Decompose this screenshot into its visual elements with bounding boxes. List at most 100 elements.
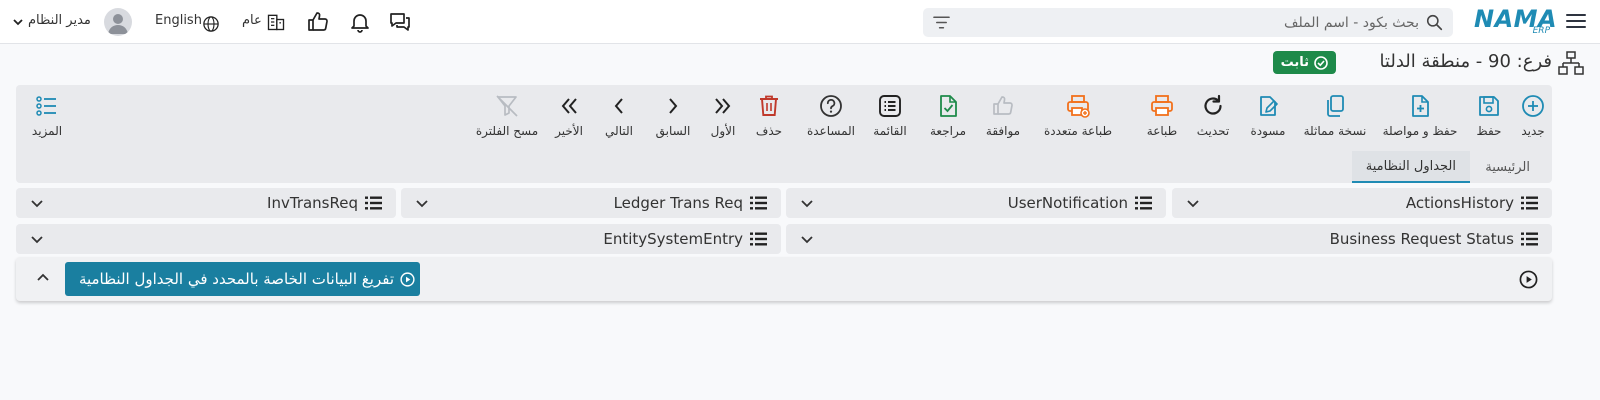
list-icon — [1521, 232, 1538, 246]
tab-system-tables[interactable]: الجداول النظامية — [1351, 151, 1470, 183]
list-icon — [750, 232, 767, 246]
chevron-down-icon — [31, 236, 43, 244]
chevron-left-icon — [614, 98, 623, 114]
user-name: مدير النظام — [28, 13, 91, 28]
previous-button[interactable]: السابق — [656, 91, 690, 147]
filter-icon[interactable] — [933, 15, 950, 30]
save-button[interactable]: حفظ — [1472, 91, 1506, 147]
chevron-down-icon — [801, 200, 813, 208]
list-button[interactable]: القائمة — [870, 91, 910, 147]
draft-button[interactable]: مسودة — [1248, 91, 1288, 147]
review-label: مراجعة — [929, 124, 967, 138]
panel-actions-history[interactable]: ActionsHistory — [1172, 188, 1552, 218]
search-input[interactable] — [979, 12, 1419, 33]
first-button[interactable]: الأول — [708, 91, 738, 147]
refresh-label: تحديث — [1196, 124, 1230, 138]
panel-user-notification[interactable]: UserNotification — [786, 188, 1166, 218]
printer-icon — [1151, 95, 1173, 116]
branch-icon — [1558, 51, 1584, 75]
copy-icon — [1327, 95, 1344, 117]
save-continue-label: حفظ و مواصلة — [1382, 124, 1458, 138]
new-button-label: جديد — [1521, 124, 1545, 138]
page-header: فرع: 90 - منطقة الدلتا ثابت — [1184, 48, 1584, 78]
chevron-down-icon — [13, 19, 23, 26]
refresh-button[interactable]: تحديث — [1196, 91, 1230, 147]
panel-inv-trans-req[interactable]: InvTransReq — [16, 188, 396, 218]
logo[interactable]: NAMA ERP — [1474, 5, 1557, 37]
panel-business-request-status[interactable]: Business Request Status — [786, 224, 1552, 254]
print-label: طباعة — [1146, 124, 1178, 138]
menu-icon[interactable] — [1566, 10, 1586, 32]
edit-icon — [1260, 96, 1278, 116]
chat-icon[interactable] — [388, 10, 412, 34]
panel-title: UserNotification — [1007, 194, 1128, 212]
public-label[interactable]: عام — [242, 13, 262, 28]
plus-circle-icon — [1522, 95, 1544, 117]
clear-filter-label: مسح الفلترة — [475, 124, 539, 138]
list-icon — [1135, 196, 1152, 210]
panel-title: ActionsHistory — [1405, 194, 1514, 212]
chevron-up-icon[interactable] — [36, 271, 50, 285]
last-button[interactable]: الأخير — [554, 91, 584, 147]
file-plus-icon — [1412, 95, 1429, 117]
search-icon[interactable] — [1426, 14, 1443, 31]
new-button[interactable]: جديد — [1518, 91, 1548, 147]
list-icon — [750, 196, 767, 210]
thumbs-up-icon[interactable] — [306, 10, 330, 34]
tab-bar: الرئيسية الجداول النظامية — [16, 151, 1552, 183]
check-circle-icon — [1314, 55, 1328, 70]
chevron-down-icon — [1187, 200, 1199, 208]
clear-system-tables-label: تفريغ البيانات الخاصة بالمحدد في الجداول… — [78, 270, 394, 288]
panel-title: Business Request Status — [1329, 230, 1514, 248]
panel-ledger-trans-req[interactable]: Ledger Trans Req — [401, 188, 781, 218]
print-button[interactable]: طباعة — [1142, 91, 1182, 147]
list-more-icon — [36, 96, 56, 116]
filter-clear-icon — [496, 95, 518, 117]
language-switch[interactable]: English — [155, 13, 202, 28]
save-continue-button[interactable]: حفظ و مواصلة — [1380, 91, 1460, 147]
globe-icon[interactable] — [202, 12, 220, 36]
previous-label: السابق — [655, 124, 691, 138]
next-label: التالي — [605, 124, 633, 138]
search-bar — [923, 8, 1453, 37]
multi-printer-icon — [1067, 95, 1090, 118]
refresh-icon — [1204, 94, 1222, 115]
more-button[interactable]: المزيد — [30, 91, 64, 147]
panel-title: InvTransReq — [267, 194, 358, 212]
chevron-down-icon — [416, 200, 428, 208]
building-icon[interactable] — [266, 10, 286, 34]
thumbs-up-icon — [993, 96, 1013, 115]
last-label: الأخير — [555, 124, 583, 138]
next-button[interactable]: التالي — [604, 91, 634, 147]
play-circle-icon[interactable] — [1519, 270, 1538, 289]
status-badge: ثابت — [1272, 51, 1336, 74]
action-panel: تفريغ البيانات الخاصة بالمحدد في الجداول… — [16, 257, 1552, 301]
duplicate-button[interactable]: نسخة مماثلة — [1302, 91, 1368, 147]
panel-title: Ledger Trans Req — [613, 194, 743, 212]
draft-label: مسودة — [1250, 124, 1286, 138]
panel-title: EntitySystemEntry — [603, 230, 743, 248]
double-chevron-left-icon — [561, 98, 577, 114]
delete-label: حذف — [755, 124, 783, 138]
list-icon — [879, 95, 901, 117]
multi-print-button[interactable]: طباعة متعددة — [1042, 91, 1114, 147]
approve-button[interactable]: موافقة — [982, 91, 1024, 147]
double-chevron-right-icon — [715, 98, 731, 114]
duplicate-label: نسخة مماثلة — [1303, 124, 1367, 138]
review-button[interactable]: مراجعة — [928, 91, 968, 147]
tab-main[interactable]: الرئيسية — [1471, 151, 1544, 183]
clear-filter-button[interactable]: مسح الفلترة — [476, 91, 538, 147]
panel-entity-system-entry[interactable]: EntitySystemEntry — [16, 224, 781, 254]
logo-subtext: ERP — [1532, 26, 1550, 36]
first-label: الأول — [710, 124, 736, 138]
help-button[interactable]: المساعدة — [806, 91, 856, 147]
clear-system-tables-button[interactable]: تفريغ البيانات الخاصة بالمحدد في الجداول… — [65, 262, 420, 296]
delete-button[interactable]: حذف — [754, 91, 784, 147]
chevron-down-icon — [31, 200, 43, 208]
avatar-icon — [108, 14, 128, 34]
bell-icon[interactable] — [348, 10, 372, 34]
status-badge-label: ثابت — [1280, 55, 1309, 70]
chevron-right-icon — [669, 98, 678, 114]
trash-icon — [760, 95, 778, 116]
list-label: القائمة — [873, 124, 907, 138]
